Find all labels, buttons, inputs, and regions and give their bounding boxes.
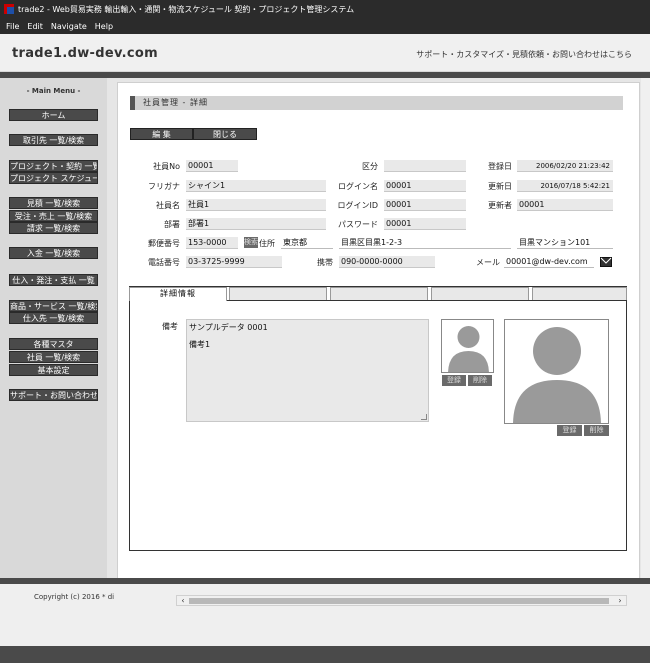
employee-no-value: 00001	[186, 160, 238, 172]
note-textarea[interactable]: サンプルデータ 0001 備考1	[186, 319, 429, 422]
support-link[interactable]: サポート・カスタマイズ・見積依頼・お問い合わせはこちら	[416, 49, 632, 60]
login-id-value: 00001	[384, 199, 466, 211]
resize-grip-icon[interactable]	[421, 414, 427, 420]
updated-at-label: 更新日	[488, 182, 512, 191]
nav-clients[interactable]: 取引先 一覧/検索	[9, 134, 98, 146]
photo-large	[504, 319, 609, 424]
nav-project-schedule[interactable]: プロジェクト スケジュール	[9, 172, 98, 184]
sidebar: - Main Menu -	[0, 78, 107, 578]
scrollbar-thumb[interactable]	[189, 598, 609, 604]
photo-small-register-button[interactable]: 登録	[442, 375, 466, 386]
horizontal-scrollbar[interactable]: ‹ ›	[176, 595, 627, 606]
department-value: 部署1	[186, 218, 326, 230]
updated-by-label: 更新者	[488, 201, 512, 210]
email-value[interactable]: 00001@dw-dev.com	[504, 256, 594, 268]
tab-5[interactable]	[532, 287, 627, 301]
password-value: 00001	[384, 218, 466, 230]
tab-4[interactable]	[431, 287, 529, 301]
site-header: trade1.dw-dev.com サポート・カスタマイズ・見積依頼・お問い合わ…	[0, 34, 650, 72]
nav-products[interactable]: 商品・サービス 一覧/検索	[9, 300, 98, 312]
nav-orders-sales[interactable]: 受注・売上 一覧/検索	[9, 210, 98, 222]
note-label: 備考	[162, 322, 178, 331]
nav-suppliers[interactable]: 仕入先 一覧/検索	[9, 312, 98, 324]
tab-2[interactable]	[229, 287, 327, 301]
scroll-left-icon[interactable]: ‹	[178, 596, 188, 605]
password-label: パスワード	[338, 220, 378, 229]
nav-home[interactable]: ホーム	[9, 109, 98, 121]
menu-help[interactable]: Help	[95, 22, 113, 31]
address-city: 目黒区目黒1-2-3	[339, 237, 511, 249]
employee-name-value: 社員1	[186, 199, 326, 211]
nav-employees[interactable]: 社員 一覧/検索	[9, 351, 98, 363]
nav-masters[interactable]: 各種マスタ	[9, 338, 98, 350]
photo-large-delete-button[interactable]: 削除	[584, 425, 609, 436]
site-title[interactable]: trade1.dw-dev.com	[12, 46, 158, 61]
main-menu-label: - Main Menu -	[26, 87, 81, 95]
menu-navigate[interactable]: Navigate	[51, 22, 87, 31]
photo-large-register-button[interactable]: 登録	[557, 425, 582, 436]
vertical-scrollbar[interactable]	[641, 78, 650, 578]
registered-at-label: 登録日	[488, 162, 512, 171]
tab-divider	[227, 300, 627, 301]
registered-at-value: 2006/02/20 21:23:42	[517, 160, 613, 172]
window-titlebar: trade2 - Web貿易実務 輸出輸入・通関・物流スケジュール 契約・プロジ…	[0, 0, 650, 18]
login-name-label: ログイン名	[338, 182, 378, 191]
category-value	[384, 160, 466, 172]
photo-small	[441, 319, 494, 373]
updated-at-value: 2016/07/18 5:42:21	[517, 180, 613, 192]
employee-no-label: 社員No	[153, 162, 180, 171]
category-label: 区分	[362, 162, 378, 171]
employee-name-label: 社員名	[156, 201, 180, 210]
menu-edit[interactable]: Edit	[27, 22, 43, 31]
login-id-label: ログインID	[337, 201, 378, 210]
person-avatar-large-icon	[513, 327, 601, 423]
note-title: サンプルデータ 0001	[189, 323, 268, 332]
furigana-value: シャイン1	[186, 180, 326, 192]
phone-label: 電話番号	[148, 258, 180, 267]
nav-invoices[interactable]: 請求 一覧/検索	[9, 222, 98, 234]
nav-payments-received[interactable]: 入金 一覧/検索	[9, 247, 98, 259]
address-label: 住所	[259, 239, 275, 248]
login-name-value: 00001	[384, 180, 466, 192]
postal-search-button[interactable]: 検索	[244, 237, 258, 248]
menu-file[interactable]: File	[6, 22, 19, 31]
postal-label: 郵便番号	[148, 239, 180, 248]
nav-basic-settings[interactable]: 基本設定	[9, 364, 98, 376]
person-avatar-icon	[448, 326, 489, 372]
nav-support[interactable]: サポート・お問い合わせ	[9, 389, 98, 401]
address-prefecture: 東京都	[281, 237, 333, 249]
section-title: 社員管理 - 詳細	[130, 96, 623, 110]
phone-value: 03-3725-9999	[186, 256, 282, 268]
window-title: trade2 - Web貿易実務 輸出輸入・通関・物流スケジュール 契約・プロジ…	[18, 4, 355, 14]
address-building: 目黒マンション101	[517, 237, 613, 249]
app-icon	[4, 4, 14, 14]
scroll-right-icon[interactable]: ›	[615, 596, 625, 605]
photo-small-delete-button[interactable]: 削除	[468, 375, 492, 386]
menu-bar: File Edit Navigate Help	[0, 18, 650, 34]
mobile-value: 090-0000-0000	[339, 256, 435, 268]
nav-projects[interactable]: プロジェクト・契約 一覧	[9, 160, 98, 172]
postal-value: 153-0000	[186, 237, 238, 249]
copyright-text: Copyright (c) 2016 * di	[34, 593, 115, 601]
nav-purchases[interactable]: 仕入・発注・支払 一覧	[9, 274, 98, 286]
close-button[interactable]: 閉じる	[193, 128, 257, 140]
mobile-label: 携帯	[317, 258, 333, 267]
note-body: 備考1	[189, 340, 211, 349]
bottom-bar	[0, 646, 650, 663]
edit-button[interactable]: 編 集	[130, 128, 193, 140]
furigana-label: フリガナ	[148, 182, 180, 191]
email-label: メール	[476, 258, 500, 267]
mail-icon[interactable]	[600, 257, 612, 267]
tab-3[interactable]	[330, 287, 428, 301]
tab-details[interactable]: 詳細情報	[129, 287, 227, 301]
updated-by-value: 00001	[517, 199, 613, 211]
department-label: 部署	[164, 220, 180, 229]
nav-estimates[interactable]: 見積 一覧/検索	[9, 197, 98, 209]
